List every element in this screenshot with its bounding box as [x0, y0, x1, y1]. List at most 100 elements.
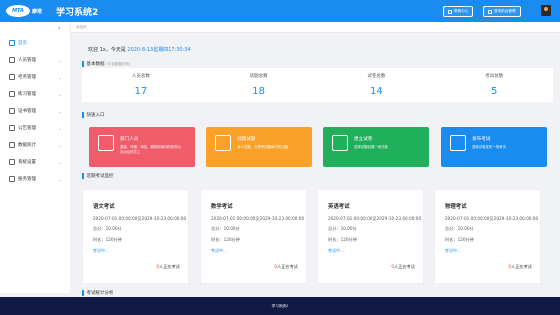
stat-label: 考试总数	[485, 74, 504, 79]
service-icon	[9, 177, 15, 182]
stat-staff-total: 人员总数 17	[82, 68, 200, 102]
quick-desc: 选择试卷发布一场考试	[472, 145, 506, 149]
breadcrumb: 欢迎页	[71, 22, 560, 33]
basic-data-title: 基本数据	[86, 62, 105, 67]
frontend-login-button[interactable]: 登录前台管理	[483, 6, 521, 17]
sidebar-item-practice[interactable]: 练习管理 ⌄	[0, 88, 71, 100]
exam-icon	[9, 75, 15, 80]
chevron-down-icon: ⌄	[58, 57, 62, 63]
help-center-button[interactable]: 帮助中心	[443, 6, 474, 17]
exam-score: 总分：10.00分	[93, 226, 122, 231]
basic-data-note: (平台数据分析)	[106, 61, 131, 66]
quick-desc: 选择试题创建一张试卷	[354, 145, 388, 149]
stat-label: 人员总数	[131, 74, 150, 79]
quick-entry-heading: 快速入口	[82, 112, 105, 118]
add-paper-icon	[332, 135, 348, 151]
sidebar-item-settings[interactable]: 系统设置 ⌄	[0, 156, 71, 168]
chevron-down-icon: ⌄	[58, 159, 62, 165]
count-suffix: 人正在考试	[277, 264, 298, 269]
footer: 学习系统2	[0, 297, 560, 315]
quick-entry-staff[interactable]: 部门人员 直接、详细、添加、删除和调动的机构以及对应的员工	[89, 127, 195, 167]
exam-time: 2020-07-01 00:00:00至2029-10-23 00:00:00	[328, 216, 422, 221]
chevron-down-icon: ⌄	[58, 142, 62, 148]
exam-analysis-title: 考试统计分析	[86, 291, 114, 296]
exam-taking-count: 0人正在考试	[156, 264, 180, 270]
quick-title: 发布考试	[472, 137, 491, 142]
sidebar-item-label: 人员管理	[18, 58, 36, 63]
logo: MTA 摩塔	[6, 5, 42, 17]
sidebar-item-statistics[interactable]: 数据统计 ⌄	[0, 139, 71, 151]
quick-title: 创建试题	[237, 137, 256, 142]
top-header: MTA 摩塔 学习系统2 帮助中心 登录前台管理	[0, 0, 560, 22]
count-suffix: 人正在考试	[394, 264, 415, 269]
exam-status-link[interactable]: 考试中...	[445, 248, 540, 254]
exam-monitor-heading: 近期考试监控	[82, 173, 114, 179]
gear-icon	[9, 160, 15, 165]
exam-name: 语文考试	[93, 204, 115, 210]
sidebar-item-label: 考务管理	[18, 75, 36, 80]
chevron-down-icon: ⌄	[58, 125, 62, 131]
sidebar: ‹ 首页 人员管理 ⌄ 考务管理 ⌄ 练习管理 ⌄ 证书管理 ⌄ 公告管理 ⌄ 数据统计 ⌄…	[0, 22, 71, 293]
current-datetime: 2020-8-13星期四17:30:34	[127, 47, 191, 53]
quick-title: 建立试卷	[354, 137, 373, 142]
quick-entry-create-paper[interactable]: 建立试卷选择试题创建一张试卷	[323, 127, 429, 167]
quick-entry-publish-exam[interactable]: 发布考试选择试卷发布一场考试	[441, 127, 547, 167]
exam-status-link[interactable]: 考试中...	[328, 248, 423, 254]
exam-card[interactable]: 语文考试 2020-07-01 00:00:00至2029-10-23 00:0…	[82, 189, 189, 284]
exam-card[interactable]: 数学考试 2020-07-01 00:00:00至2029-10-23 00:0…	[200, 189, 307, 284]
exam-taking-count: 0人正在考试	[391, 264, 415, 270]
exam-taking-count: 0人正在考试	[274, 264, 298, 270]
stat-value: 18	[252, 86, 265, 97]
basic-data-heading: 基本数据 (平台数据分析)	[82, 61, 131, 68]
exam-name: 数学考试	[211, 204, 233, 210]
stat-question-total: 试题总数 18	[200, 68, 318, 102]
exam-card[interactable]: 英语考试 2020-07-01 00:00:00至2029-10-23 00:0…	[317, 189, 424, 284]
quick-entry-create-question[interactable]: 创建试题 多人试题、方便考试题库内的试题	[206, 127, 312, 167]
chevron-down-icon: ⌄	[58, 176, 62, 182]
quick-title: 部门人员	[120, 137, 139, 142]
exam-score: 总分：10.00分	[211, 226, 240, 231]
exam-duration: 时长：120分钟	[445, 237, 474, 242]
exam-score: 总分：10.00分	[445, 226, 474, 231]
frontend-login-label: 登录前台管理	[494, 9, 516, 13]
count-suffix: 人正在考试	[159, 264, 180, 269]
exam-duration: 时长：120分钟	[211, 237, 240, 242]
announcement-icon	[9, 126, 15, 131]
collapse-sidebar-icon[interactable]: ‹	[58, 25, 60, 32]
sidebar-item-service[interactable]: 服务管理 ⌄	[0, 173, 71, 185]
exam-score: 总分：10.00分	[328, 226, 357, 231]
footer-text: 学习系统2	[271, 303, 289, 308]
sidebar-item-exam-admin[interactable]: 考务管理 ⌄	[0, 71, 71, 83]
sidebar-item-label: 系统设置	[18, 160, 36, 165]
sidebar-item-staff[interactable]: 人员管理 ⌄	[0, 54, 71, 66]
stat-paper-total: 试卷总数 14	[318, 68, 436, 102]
chevron-down-icon: ⌄	[58, 74, 62, 80]
breadcrumb-label[interactable]: 欢迎页	[76, 25, 87, 30]
exam-time: 2020-07-01 00:00:00至2029-10-23 00:00:00	[445, 216, 539, 221]
exam-card[interactable]: 物理考试 2020-07-01 00:00:00至2029-10-23 00:0…	[434, 189, 541, 284]
exam-time: 2020-07-01 00:00:00至2029-10-23 00:00:00	[93, 216, 187, 221]
count-suffix: 人正在考试	[511, 264, 532, 269]
practice-icon	[9, 92, 15, 97]
exam-status-link[interactable]: 考试中...	[211, 248, 306, 254]
exam-taking-count: 0人正在考试	[508, 264, 532, 270]
exam-duration: 时长：120分钟	[328, 237, 357, 242]
user-avatar[interactable]	[541, 5, 551, 16]
stat-value: 14	[370, 86, 383, 97]
exam-monitor-title: 近期考试监控	[86, 174, 114, 179]
main-content: 欢迎页 欢迎 1x，今天是 2020-8-13星期四17:30:34 基本数据(…	[71, 22, 560, 296]
sidebar-item-certificate[interactable]: 证书管理 ⌄	[0, 105, 71, 117]
stat-label: 试题总数	[249, 74, 268, 79]
home-icon	[9, 41, 15, 46]
exam-status-link[interactable]: 考试中...	[93, 248, 188, 254]
logo-text: 摩塔	[32, 8, 43, 15]
sidebar-item-home[interactable]: 首页	[0, 37, 71, 49]
exam-duration: 时长：120分钟	[93, 237, 122, 242]
exam-name: 物理考试	[445, 204, 467, 210]
sidebar-item-announcement[interactable]: 公告管理 ⌄	[0, 122, 71, 134]
app-title: 学习系统2	[56, 7, 99, 18]
welcome-prefix: 欢迎 1x，今天是	[88, 47, 126, 53]
sidebar-item-label: 首页	[18, 41, 27, 46]
sidebar-item-label: 证书管理	[18, 109, 36, 114]
quick-entry-title: 快速入口	[86, 113, 105, 118]
